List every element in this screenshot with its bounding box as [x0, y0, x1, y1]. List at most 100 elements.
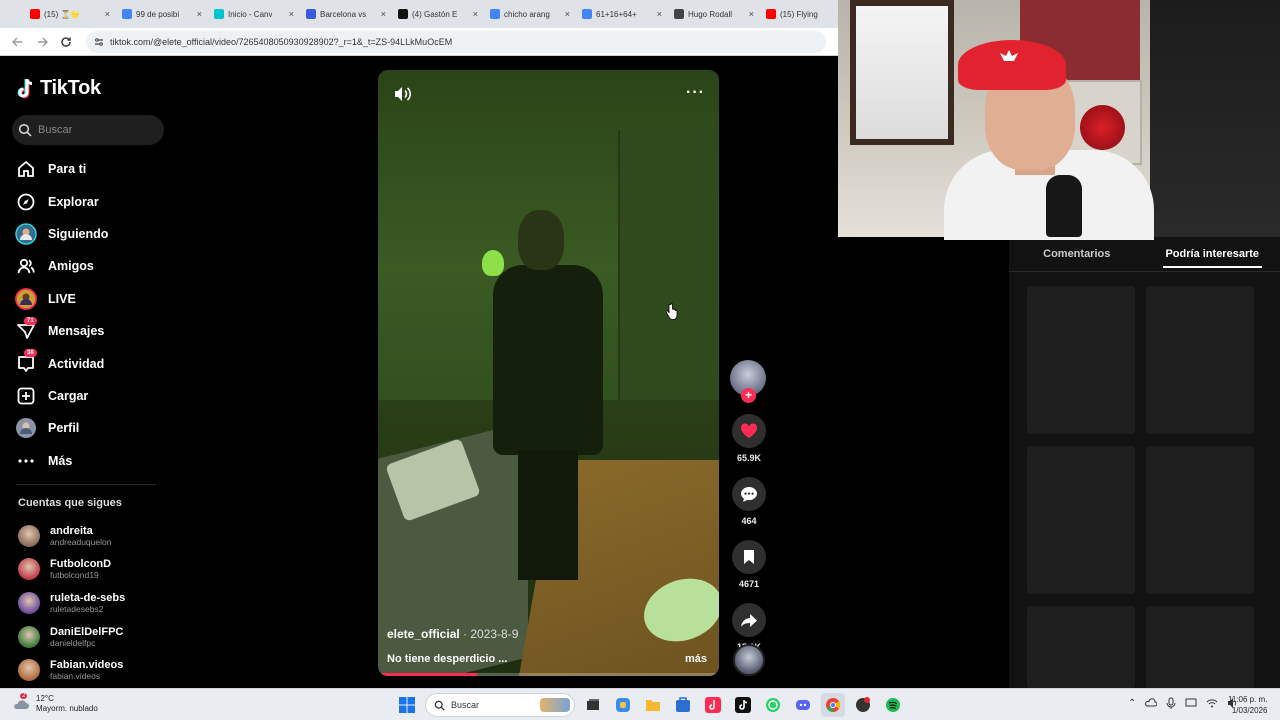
clock-date: 1/03/2026: [1231, 706, 1268, 715]
tiktok-logo[interactable]: TikTok: [16, 77, 101, 100]
recommended-video-tile[interactable]: [1027, 446, 1135, 594]
browser-tab[interactable]: Barcelona vs ×: [300, 3, 392, 25]
following-account[interactable]: andreita andreaduquelon: [18, 519, 168, 553]
taskbar-search[interactable]: Buscar: [425, 693, 575, 717]
browser-tab[interactable]: Inicio - Canv ×: [208, 3, 300, 25]
tab-close-icon[interactable]: ×: [197, 9, 202, 19]
following-account[interactable]: Fabian.videos fabian.videos: [18, 653, 168, 687]
weather-widget[interactable]: 2 12°C Mayorm. nublado: [12, 693, 98, 714]
music-disc-avatar[interactable]: [733, 644, 765, 676]
recommended-video-tile[interactable]: [1146, 286, 1254, 434]
recommended-video-tile[interactable]: [1146, 606, 1254, 688]
browser-tab[interactable]: (4) Gastón E ×: [392, 3, 484, 25]
nav-item-m-s[interactable]: Más: [14, 445, 169, 477]
tab-close-icon[interactable]: ×: [657, 9, 662, 19]
tab-recommended[interactable]: Podría interesarte: [1145, 237, 1280, 271]
browser-tab[interactable]: 61+16+64+ ×: [576, 3, 668, 25]
nav-item-perfil[interactable]: Perfil: [14, 412, 169, 444]
microphone-icon[interactable]: [1166, 697, 1176, 709]
file-explorer-icon[interactable]: [641, 693, 665, 717]
spotify-icon[interactable]: [881, 693, 905, 717]
tab-title: 61+16+64+: [596, 9, 637, 19]
tab-favicon-icon: [306, 9, 316, 19]
tab-title: chicho arang: [504, 9, 550, 19]
search-input[interactable]: Buscar: [12, 115, 164, 145]
right-panel-tabs: Comentarios Podría interesarte: [1009, 237, 1280, 271]
nav-item-label: Actividad: [48, 356, 105, 371]
url-input[interactable]: tiktok.com/@elete_official/video/7265408…: [86, 30, 826, 53]
nav-item-amigos[interactable]: Amigos: [14, 250, 169, 282]
browser-tab[interactable]: 99 de posibi ×: [116, 3, 208, 25]
discord-icon[interactable]: [791, 693, 815, 717]
volume-button[interactable]: [392, 84, 412, 104]
creator-avatar[interactable]: +: [730, 360, 766, 403]
recommended-video-tile[interactable]: [1146, 446, 1254, 594]
notification-badge: 71: [24, 316, 37, 325]
video-player[interactable]: ··· elete_official · 2023-8-9 No tiene d…: [378, 70, 719, 676]
tab-close-icon[interactable]: ×: [565, 9, 570, 19]
nav-item-actividad[interactable]: 38 Actividad: [14, 347, 169, 379]
tiktok-pwa-icon[interactable]: [731, 693, 755, 717]
caption-more-link[interactable]: más: [685, 653, 707, 665]
tab-close-icon[interactable]: ×: [473, 9, 478, 19]
tiktok-app-icon[interactable]: [701, 693, 725, 717]
taskbar-clock[interactable]: 11:06 p. m. 1/03/2026: [1228, 694, 1267, 716]
forward-button[interactable]: [30, 30, 54, 54]
following-account[interactable]: DaniElDelFPC danieldelfpc: [18, 620, 168, 654]
share-arrow-icon: [741, 613, 757, 627]
nav-item-mensajes[interactable]: 71 Mensajes: [14, 315, 169, 347]
following-account[interactable]: ruleta-de-sebs ruletadesebs2: [18, 586, 168, 620]
chrome-icon[interactable]: [821, 693, 845, 717]
share-button[interactable]: [732, 603, 766, 637]
task-view-icon[interactable]: [581, 693, 605, 717]
browser-tab[interactable]: (15) ⏳🌟 ×: [24, 3, 116, 25]
video-progress-fill: [378, 673, 477, 676]
nav-item-explorar[interactable]: Explorar: [14, 185, 169, 217]
video-progress-bar[interactable]: [378, 673, 719, 676]
display-icon[interactable]: [1185, 697, 1197, 709]
copilot-icon[interactable]: [611, 693, 635, 717]
account-name: DaniElDelFPC: [50, 625, 124, 638]
bookmark-icon: [744, 550, 754, 564]
sidebar-divider: [16, 484, 156, 485]
nav-item-para-ti[interactable]: Para ti: [14, 153, 169, 185]
video-author[interactable]: elete_official: [387, 627, 460, 641]
recommended-video-tile[interactable]: [1027, 606, 1135, 688]
home-icon: [14, 157, 38, 181]
webcam-jersey: [856, 6, 948, 139]
nav-item-live[interactable]: LIVE: [14, 283, 169, 315]
windows-start-button[interactable]: [395, 693, 419, 717]
tab-close-icon[interactable]: ×: [105, 9, 110, 19]
live-icon: [14, 287, 38, 311]
comment-button[interactable]: [732, 477, 766, 511]
recommended-video-tile[interactable]: [1027, 286, 1135, 434]
windows-logo-icon: [399, 697, 415, 713]
capture-app-icon[interactable]: [851, 693, 875, 717]
onedrive-icon[interactable]: [1145, 697, 1158, 709]
follow-plus-button[interactable]: +: [741, 388, 756, 403]
store-icon[interactable]: [671, 693, 695, 717]
tab-close-icon[interactable]: ×: [381, 9, 386, 19]
video-scene-door: [618, 130, 718, 400]
tab-close-icon[interactable]: ×: [289, 9, 294, 19]
weather-desc: Mayorm. nublado: [36, 704, 98, 713]
tray-chevron-icon[interactable]: ⌃: [1128, 698, 1136, 709]
url-text: tiktok.com/@elete_official/video/7265408…: [110, 36, 453, 47]
browser-tab[interactable]: chicho arang ×: [484, 3, 576, 25]
back-button[interactable]: [6, 30, 30, 54]
site-settings-icon: [95, 37, 103, 46]
following-account[interactable]: FutbolconD futbolcond19: [18, 553, 168, 587]
tab-close-icon[interactable]: ×: [749, 9, 754, 19]
browser-tab[interactable]: Hugo Rodall ×: [668, 3, 760, 25]
system-tray: ⌃: [1128, 697, 1239, 709]
video-more-options-button[interactable]: ···: [686, 84, 705, 102]
nav-item-siguiendo[interactable]: Siguiendo: [14, 218, 169, 250]
like-button[interactable]: [732, 414, 766, 448]
nav-item-cargar[interactable]: Cargar: [14, 380, 169, 412]
wifi-icon[interactable]: [1206, 697, 1218, 709]
reload-button[interactable]: [54, 30, 78, 54]
whatsapp-icon[interactable]: [761, 693, 785, 717]
save-button[interactable]: [732, 540, 766, 574]
tab-comments[interactable]: Comentarios: [1009, 237, 1145, 271]
main-nav: Para ti Explorar Siguiendo Amigos LIVE 71 Mens…: [14, 153, 169, 477]
